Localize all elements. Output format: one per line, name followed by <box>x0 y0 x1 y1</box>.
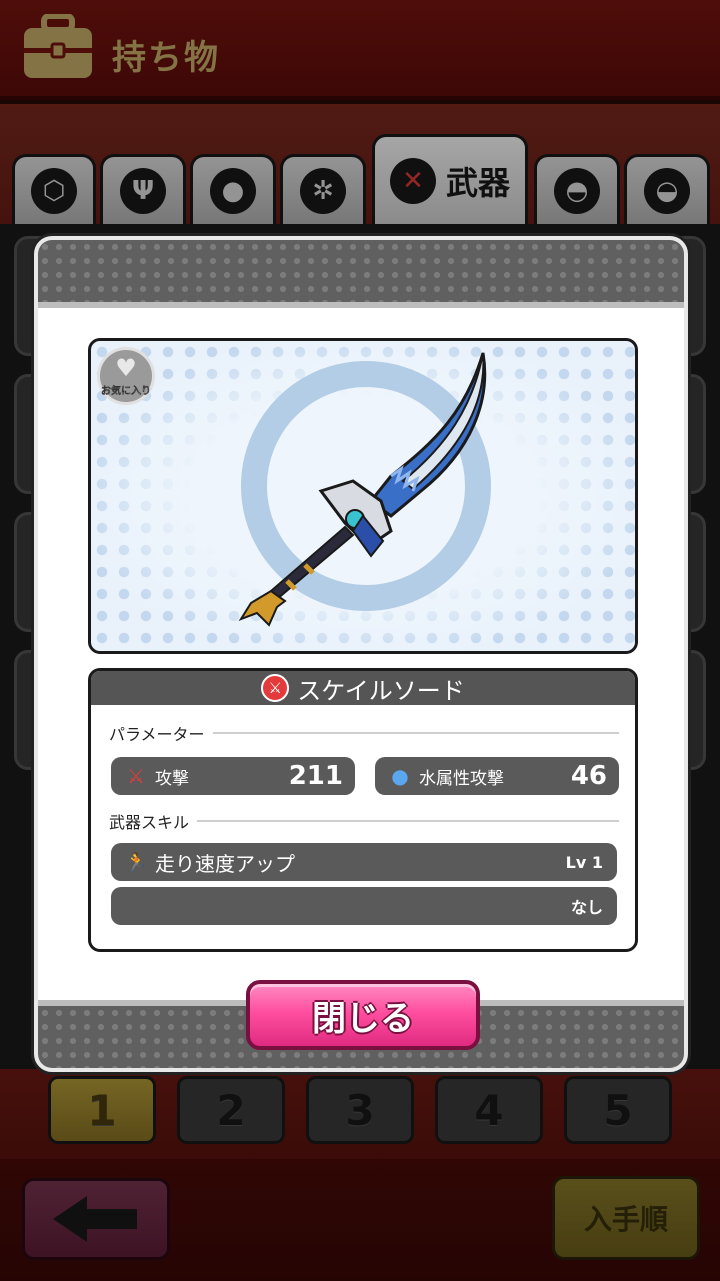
water-attack-stat: ● 水属性攻撃 46 <box>375 757 619 795</box>
attack-label: 攻撃 <box>155 768 189 789</box>
skills-section-label: 武器スキル <box>109 809 619 833</box>
favorite-toggle[interactable]: ♥ お気に入り <box>97 347 155 405</box>
item-detail-modal: ♥ お気に入り ⚔ スケイルソード パラメーター ⚔ 攻撃 211 ● 水属性攻… <box>34 236 688 1072</box>
weapon-category-icon: ⚔ <box>261 674 290 702</box>
heart-lock-icon: ♥ <box>115 353 137 382</box>
item-image-panel: ♥ お気に入り <box>88 338 638 654</box>
favorite-label: お気に入り <box>101 385 151 397</box>
divider <box>212 732 619 734</box>
material-icon: ● <box>210 167 256 214</box>
water-attack-value: 46 <box>570 761 607 791</box>
divider <box>197 820 619 822</box>
page-button-5[interactable]: 5 <box>564 1076 672 1144</box>
divider <box>38 302 684 308</box>
back-button[interactable] <box>22 1178 170 1260</box>
page-button-1[interactable]: 1 <box>48 1076 156 1144</box>
page-button-4[interactable]: 4 <box>435 1076 543 1144</box>
key-item-icon: ✲ <box>300 167 346 214</box>
helmet-icon: ◓ <box>554 167 600 214</box>
running-icon: 🏃 <box>125 851 148 873</box>
sword-stat-icon: ⚔ <box>127 764 145 788</box>
sort-button[interactable]: 入手順 <box>552 1176 700 1260</box>
header-bar: 持ち物 <box>0 0 720 100</box>
page-title: 持ち物 <box>112 38 220 78</box>
item-info-panel: ⚔ スケイルソード パラメーター ⚔ 攻撃 211 ● 水属性攻撃 46 武器ス… <box>88 668 638 952</box>
item-name: スケイルソード <box>297 676 465 705</box>
skill-name: 走り速度アップ <box>155 851 295 876</box>
close-button[interactable]: 閉じる <box>246 980 480 1050</box>
skill-level: Lv 1 <box>565 852 603 872</box>
water-attack-label: 水属性攻撃 <box>419 768 504 789</box>
page-button-2[interactable]: 2 <box>177 1076 285 1144</box>
tab-weapon[interactable]: ✕ 武器 <box>372 134 528 224</box>
skill-row: なし <box>111 887 617 925</box>
skill-level: なし <box>570 898 603 917</box>
sword-image <box>238 352 487 627</box>
tab-food[interactable]: Ψ <box>100 154 186 224</box>
attack-stat: ⚔ 攻撃 211 <box>111 757 355 795</box>
parameters-heading: パラメーター <box>109 725 205 744</box>
tab-key-item[interactable]: ✲ <box>280 154 366 224</box>
tab-helmet[interactable]: ◓ <box>534 154 620 224</box>
box-icon: ⬡ <box>31 167 77 214</box>
skill-row: 🏃 走り速度アップ Lv 1 <box>111 843 617 881</box>
tab-armor[interactable]: ◒ <box>624 154 710 224</box>
skills-heading: 武器スキル <box>109 813 190 832</box>
back-arrow-icon <box>53 1196 137 1242</box>
bag-icon <box>24 14 92 78</box>
tab-material[interactable]: ● <box>190 154 276 224</box>
water-drop-icon: ● <box>391 764 409 788</box>
item-name-header: ⚔ スケイルソード <box>91 671 635 705</box>
sword-icon: ✕ <box>389 157 436 204</box>
tab-box[interactable]: ⬡ <box>12 154 96 224</box>
modal-top-band <box>38 240 684 302</box>
page-button-3[interactable]: 3 <box>306 1076 414 1144</box>
food-icon: Ψ <box>120 167 166 214</box>
parameters-section-label: パラメーター <box>109 721 619 745</box>
armor-icon: ◒ <box>644 167 690 214</box>
tab-weapon-label: 武器 <box>445 163 510 202</box>
attack-value: 211 <box>288 761 343 791</box>
